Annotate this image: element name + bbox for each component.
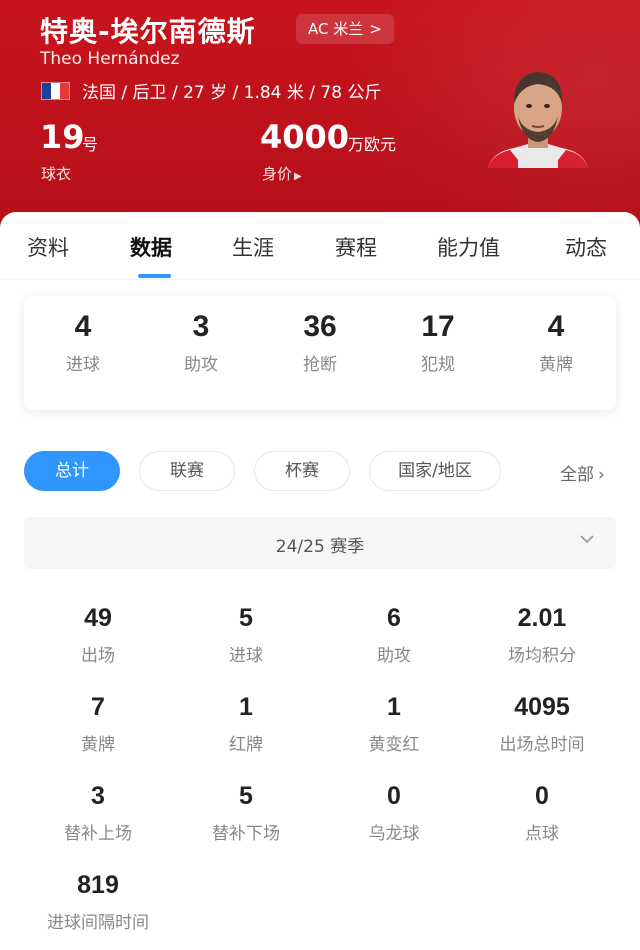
tab-stats[interactable]: 数据 [130, 232, 172, 262]
chevron-right-icon: › [598, 465, 605, 485]
stat-item: 6 助攻 [320, 604, 468, 666]
stat-item: 4095 出场总时间 [468, 693, 616, 755]
stat-label: 出场总时间 [499, 735, 585, 755]
stat-label: 点球 [525, 824, 559, 844]
france-flag-icon [41, 82, 70, 100]
stat-value: 0 [535, 782, 549, 810]
tab-news[interactable]: 动态 [565, 232, 607, 262]
stat-value: 5 [239, 604, 253, 632]
filter-league[interactable]: 联赛 [139, 451, 235, 491]
filter-all-label: 全部 [560, 465, 594, 485]
stat-item: 5 进球 [172, 604, 320, 666]
summary-value: 36 [303, 310, 337, 343]
chevron-down-icon [580, 535, 594, 544]
stat-value: 1 [387, 693, 401, 721]
shirt-label: 球衣 [41, 165, 72, 183]
summary-label: 黄牌 [539, 355, 573, 375]
summary-item: 4 黄牌 [501, 310, 611, 375]
summary-item: 3 助攻 [146, 310, 256, 375]
stat-item: 2.01 场均积分 [468, 604, 616, 666]
summary-value: 4 [74, 310, 92, 343]
summary-item: 17 犯规 [383, 310, 493, 375]
shirt-number: 19 [40, 118, 85, 156]
filter-national[interactable]: 国家/地区 [369, 451, 501, 491]
season-label: 24/25 赛季 [275, 537, 365, 557]
stat-value: 49 [84, 604, 112, 632]
summary-label: 抢断 [303, 355, 337, 375]
stat-item: 3 替补上场 [24, 782, 172, 844]
stat-label: 黄变红 [368, 735, 420, 755]
tab-schedule[interactable]: 赛程 [335, 232, 377, 262]
stat-item: 1 黄变红 [320, 693, 468, 755]
summary-card: 4 进球 3 助攻 36 抢断 17 犯规 4 黄牌 [24, 296, 616, 410]
stat-label: 替补下场 [212, 824, 280, 844]
summary-value: 4 [547, 310, 565, 343]
market-value-label: 身价 [262, 165, 293, 183]
stat-item: 1 红牌 [172, 693, 320, 755]
stat-label: 进球 [229, 646, 263, 666]
tab-ability[interactable]: 能力值 [437, 232, 500, 262]
stat-value: 7 [91, 693, 105, 721]
stat-label: 助攻 [377, 646, 411, 666]
summary-label: 进球 [66, 355, 100, 375]
club-link[interactable]: AC 米兰 > [296, 14, 394, 44]
market-value-unit: 万欧元 [348, 135, 397, 154]
stat-value: 2.01 [517, 604, 567, 632]
market-value-link[interactable]: 身价 ▶ [262, 163, 302, 184]
club-name: AC 米兰 [308, 20, 364, 38]
filter-all-button[interactable]: 全部 › [560, 460, 605, 485]
market-value: 4000 [260, 118, 350, 156]
stat-label: 红牌 [229, 735, 263, 755]
chevron-right-icon: > [369, 20, 382, 38]
summary-label: 犯规 [421, 355, 455, 375]
stat-value: 5 [239, 782, 253, 810]
stat-item: 7 黄牌 [24, 693, 172, 755]
stat-label: 进球间隔时间 [47, 913, 149, 933]
stat-item: 5 替补下场 [172, 782, 320, 844]
shirt-number-unit: 号 [82, 135, 99, 154]
tab-bar: 资料 数据 生涯 赛程 能力值 动态 [0, 212, 640, 280]
summary-value: 17 [421, 310, 455, 343]
filter-cup[interactable]: 杯赛 [254, 451, 350, 491]
stat-value: 0 [387, 782, 401, 810]
stat-value: 3 [91, 782, 105, 810]
active-tab-indicator [138, 274, 171, 278]
player-header: 特奥-埃尔南德斯 AC 米兰 > Theo Hernández 法国 / 后卫 /… [0, 0, 640, 228]
summary-item: 4 进球 [28, 310, 138, 375]
summary-value: 3 [192, 310, 210, 343]
filter-total[interactable]: 总计 [24, 451, 120, 491]
summary-item: 36 抢断 [265, 310, 375, 375]
stat-label: 场均积分 [508, 646, 576, 666]
stat-label: 出场 [81, 646, 115, 666]
player-name-en: Theo Hernández [40, 49, 180, 69]
stat-item: 0 乌龙球 [320, 782, 468, 844]
caret-right-icon: ▶ [294, 171, 302, 182]
summary-label: 助攻 [184, 355, 218, 375]
season-selector[interactable]: 24/25 赛季 [24, 517, 616, 569]
stat-item: 49 出场 [24, 604, 172, 666]
player-meta: 法国 / 后卫 / 27 岁 / 1.84 米 / 78 公斤 [82, 83, 382, 103]
tab-profile[interactable]: 资料 [27, 232, 69, 262]
stat-label: 黄牌 [81, 735, 115, 755]
stat-item: 0 点球 [468, 782, 616, 844]
stat-value: 819 [77, 871, 119, 899]
stat-label: 替补上场 [64, 824, 132, 844]
stat-value: 1 [239, 693, 253, 721]
tab-career[interactable]: 生涯 [232, 232, 274, 262]
stat-value: 6 [387, 604, 401, 632]
stat-label: 乌龙球 [368, 824, 420, 844]
stat-value: 4095 [514, 693, 570, 721]
player-avatar [488, 72, 588, 168]
stat-item: 819 进球间隔时间 [24, 871, 172, 933]
player-name: 特奥-埃尔南德斯 [40, 15, 256, 48]
